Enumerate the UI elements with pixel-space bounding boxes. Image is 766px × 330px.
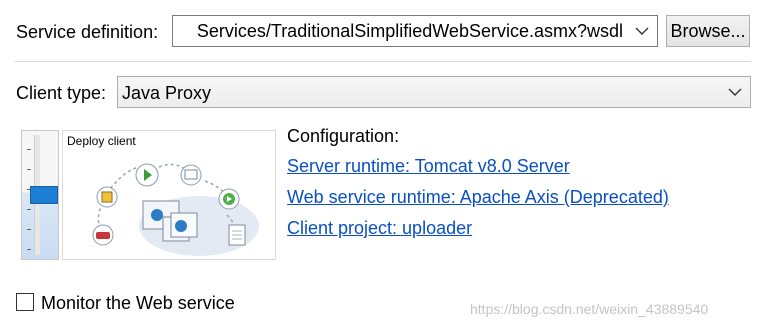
service-definition-combo[interactable]: Services/TraditionalSimplifiedWebService…	[172, 15, 658, 47]
client-type-select[interactable]: Java Proxy	[117, 76, 751, 108]
chevron-down-icon[interactable]	[720, 77, 750, 107]
monitor-label[interactable]: Monitor the Web service	[41, 292, 235, 314]
server-runtime-link[interactable]: Server runtime: Tomcat v8.0 Server	[287, 155, 570, 177]
client-type-value: Java Proxy	[122, 83, 212, 103]
deployment-diagram-icon	[92, 163, 259, 256]
deployment-level-slider[interactable]	[21, 130, 59, 260]
slider-tick	[27, 229, 31, 230]
deploy-client-illustration: Deploy client	[62, 130, 276, 260]
client-project-link[interactable]: Client project: uploader	[287, 217, 472, 239]
slider-tick	[27, 149, 31, 150]
slider-tick	[27, 249, 31, 250]
web-service-runtime-link[interactable]: Web service runtime: Apache Axis (Deprec…	[287, 186, 669, 208]
divider	[15, 61, 751, 62]
service-definition-label: Service definition:	[16, 22, 159, 42]
browse-button[interactable]: Browse...	[666, 15, 750, 47]
service-definition-value[interactable]: Services/TraditionalSimplifiedWebService…	[197, 20, 623, 42]
slider-tick	[27, 169, 31, 170]
slider-thumb[interactable]	[30, 186, 58, 204]
client-type-label: Client type:	[16, 83, 107, 103]
watermark: https://blog.csdn.net/weixin_43889540	[470, 301, 709, 317]
chevron-down-icon[interactable]	[627, 16, 657, 46]
monitor-checkbox[interactable]	[16, 293, 34, 311]
configuration-heading: Configuration:	[287, 126, 400, 146]
slider-tick	[27, 209, 31, 210]
